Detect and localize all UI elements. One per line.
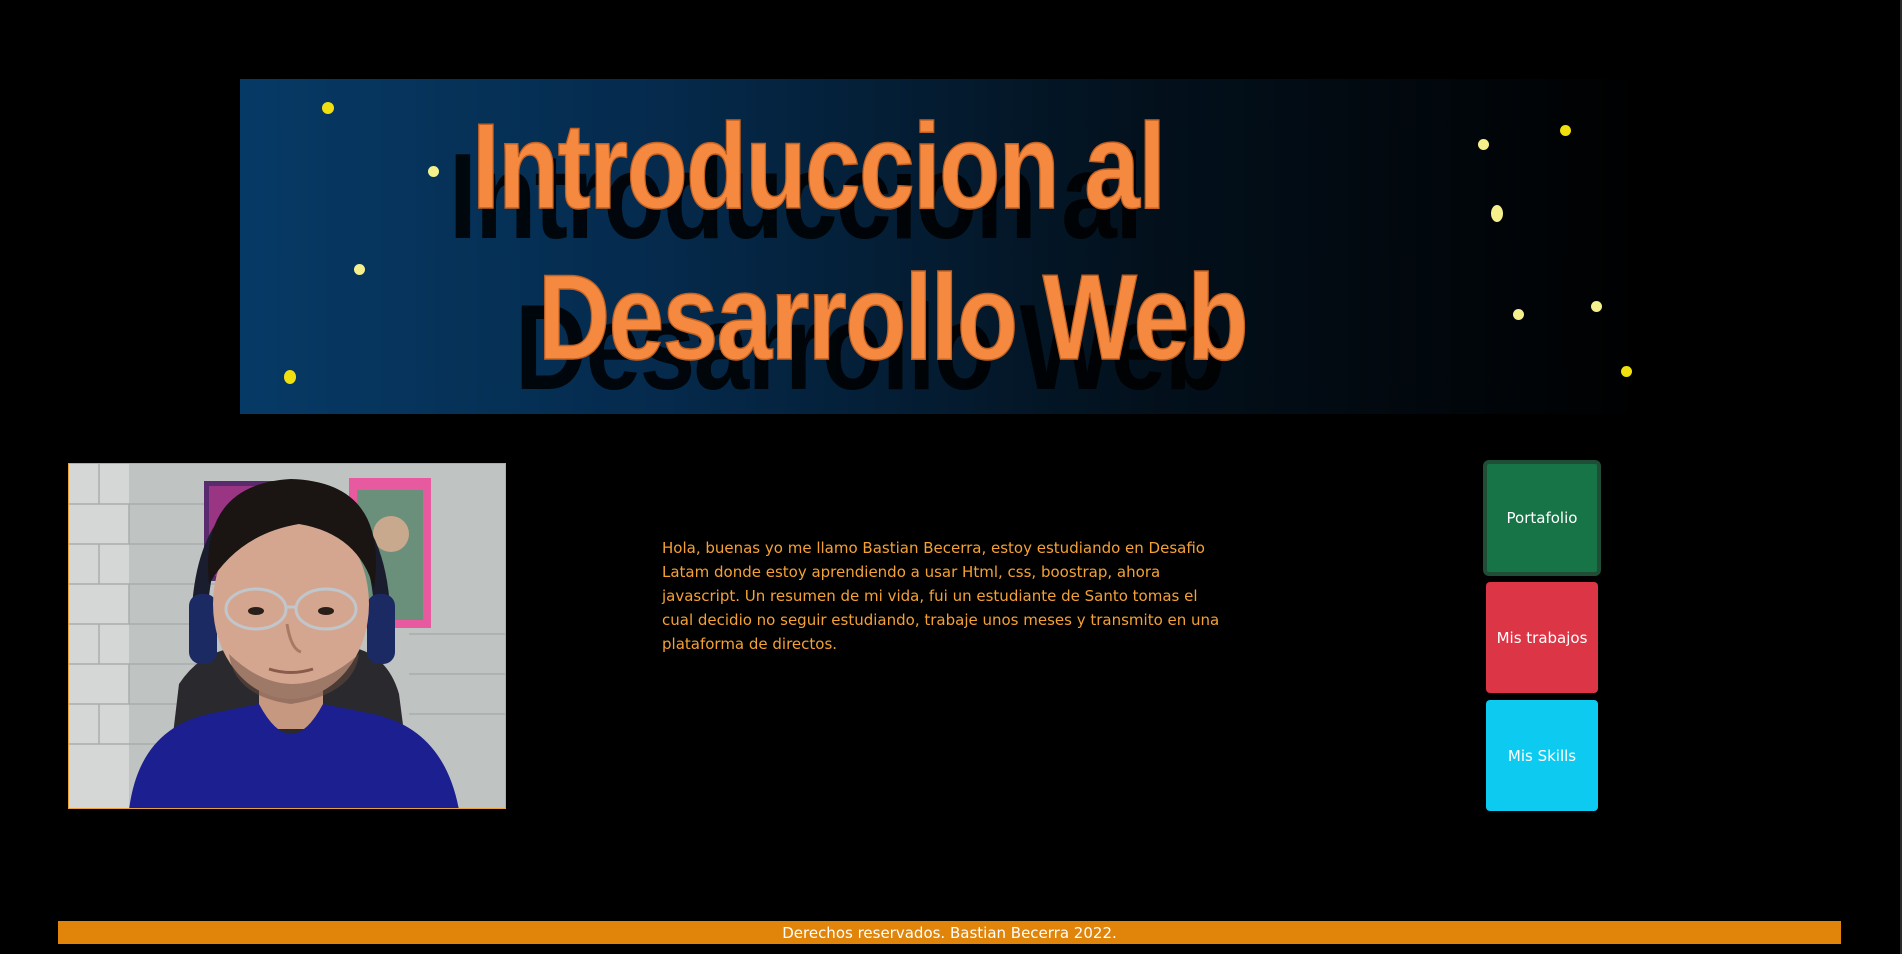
title-line-2: Desarrollo Web Desarrollo Web bbox=[515, 255, 1249, 408]
footer-text: Derechos reservados. Bastian Becerra 202… bbox=[782, 923, 1117, 942]
mis-skills-button[interactable]: Mis Skills bbox=[1486, 700, 1598, 811]
title-line-2-text: Desarrollo Web bbox=[537, 249, 1249, 385]
page-title: Introduccion al Introduccion al Desarrol… bbox=[240, 79, 1646, 414]
profile-photo-image bbox=[69, 464, 505, 808]
portfolio-button[interactable]: Portafolio bbox=[1483, 460, 1601, 576]
footer: Derechos reservados. Bastian Becerra 202… bbox=[58, 921, 1841, 944]
bio-paragraph: Hola, buenas yo me llamo Bastian Becerra… bbox=[662, 539, 1220, 653]
title-line-1-text: Introduccion al bbox=[471, 98, 1166, 234]
title-line-1: Introduccion al Introduccion al bbox=[449, 104, 1167, 257]
profile-photo bbox=[68, 463, 506, 809]
header-banner: Introduccion al Introduccion al Desarrol… bbox=[240, 79, 1646, 414]
mis-trabajos-button[interactable]: Mis trabajos bbox=[1486, 582, 1598, 693]
